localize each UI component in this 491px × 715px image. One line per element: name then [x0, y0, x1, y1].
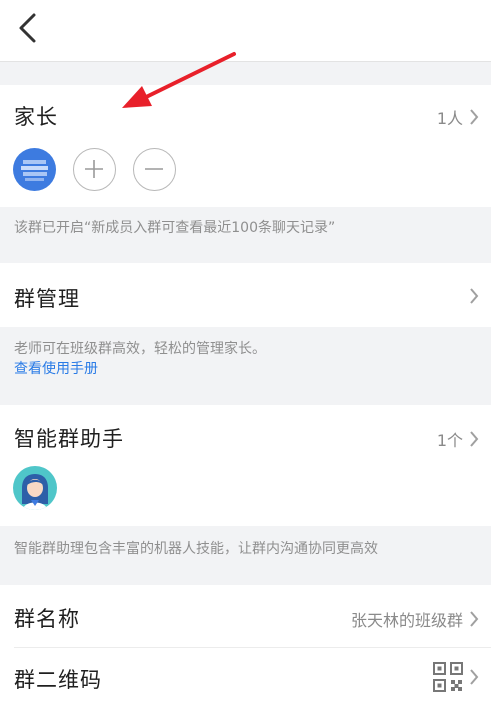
- group-manage-chevron: [469, 287, 479, 305]
- parents-title: 家长: [14, 105, 58, 129]
- chevron-right-icon: [470, 431, 479, 447]
- blurred-avatar-icon: [21, 160, 48, 181]
- parent-avatar[interactable]: [13, 148, 56, 191]
- assistant-count-link[interactable]: 1个: [437, 427, 479, 451]
- assistant-count: 1个: [436, 431, 463, 450]
- assistant-note: 智能群助理包含丰富的机器人技能，让群内沟通协同更高效: [14, 541, 378, 557]
- back-arrow-icon[interactable]: [14, 12, 40, 44]
- minus-icon: [145, 168, 163, 170]
- group-manage-title: 群管理: [14, 287, 80, 311]
- group-info-section: 群名称 张天林的班级群 群二维码: [0, 585, 491, 715]
- parents-count-link[interactable]: 1人: [437, 105, 479, 129]
- group-name-value: 张天林的班级群: [350, 611, 463, 630]
- assistant-title: 智能群助手: [14, 427, 124, 451]
- annotation-arrow-icon: [122, 52, 236, 108]
- top-bar: [0, 0, 491, 62]
- qr-code-title: 群二维码: [14, 668, 102, 692]
- robot-girl-avatar-icon: [22, 474, 48, 510]
- group-name-title: 群名称: [14, 607, 80, 631]
- assistant-avatar[interactable]: [13, 466, 57, 510]
- qr-code-icon: [433, 662, 463, 692]
- assistant-section: 智能群助手 1个: [0, 405, 491, 526]
- chevron-right-icon: [470, 611, 479, 627]
- chevron-right-icon: [470, 109, 479, 125]
- plus-icon: [85, 160, 103, 178]
- group-manage-note: 老师可在班级群高效，轻松的管理家长。: [14, 341, 266, 357]
- history-notice: 该群已开启“新成员入群可查看最近100条聊天记录”: [14, 220, 336, 236]
- parents-section: 家长 1人: [0, 85, 491, 207]
- chevron-right-icon: [470, 288, 479, 304]
- group-name-value-wrap: 张天林的班级群: [351, 607, 479, 631]
- chevron-right-icon: [470, 669, 479, 685]
- add-member-button[interactable]: [73, 148, 116, 191]
- remove-member-button[interactable]: [133, 148, 176, 191]
- parents-count: 1人: [436, 109, 463, 128]
- qr-code-right: [433, 662, 479, 692]
- user-manual-link[interactable]: 查看使用手册: [14, 359, 481, 379]
- group-manage-row[interactable]: 群管理: [0, 263, 491, 327]
- group-name-row[interactable]: 群名称 张天林的班级群: [0, 585, 491, 647]
- qr-code-row[interactable]: 群二维码: [0, 648, 491, 710]
